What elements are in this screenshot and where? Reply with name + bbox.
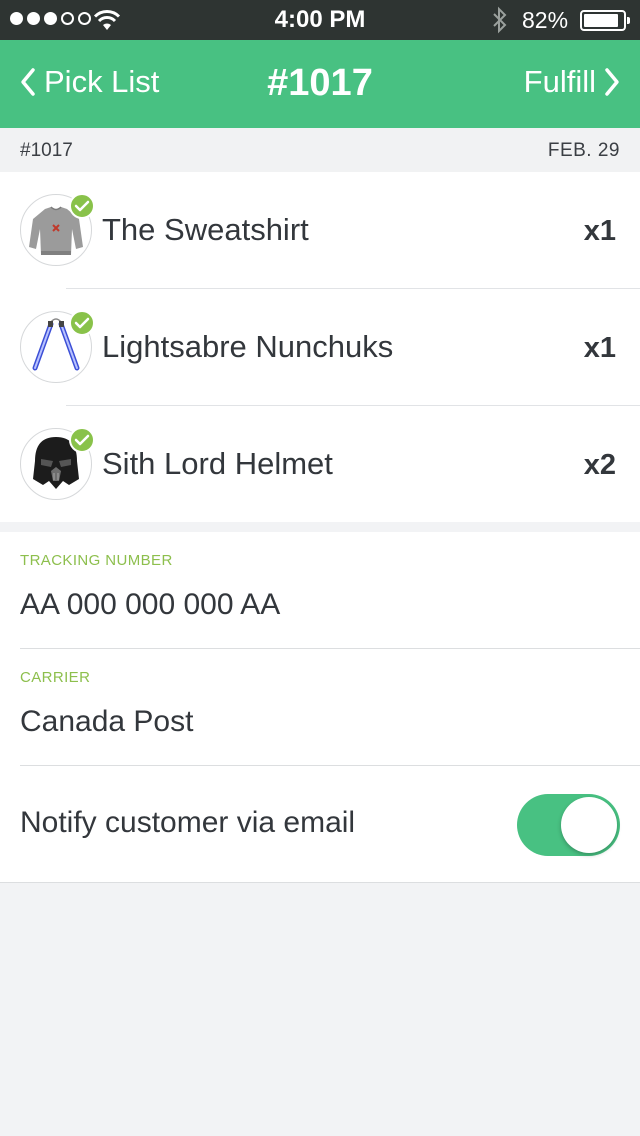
order-number: #1017 bbox=[20, 140, 73, 161]
item-thumbnail bbox=[20, 310, 95, 383]
item-name: Sith Lord Helmet bbox=[102, 446, 333, 481]
tracking-label: TRACKING NUMBER bbox=[20, 552, 173, 569]
carrier-field: CARRIER bbox=[0, 649, 640, 766]
item-name: Lightsabre Nunchuks bbox=[102, 329, 394, 364]
chevron-right-icon bbox=[605, 68, 619, 96]
item-quantity: x1 bbox=[583, 215, 616, 247]
picked-check-icon bbox=[69, 310, 95, 336]
fulfill-button[interactable]: Fulfill bbox=[524, 64, 620, 100]
order-header: #1017 FEB. 29 bbox=[0, 128, 640, 172]
picked-check-icon bbox=[69, 427, 95, 453]
tracking-number-input[interactable] bbox=[20, 588, 620, 622]
list-item[interactable]: Lightsabre Nunchuks x1 bbox=[0, 289, 640, 406]
item-quantity: x2 bbox=[583, 449, 616, 481]
status-bar: 4:00 PM 82% bbox=[0, 0, 640, 40]
shipping-form: TRACKING NUMBER CARRIER Notify customer … bbox=[0, 532, 640, 883]
list-item[interactable]: Sith Lord Helmet x2 bbox=[0, 406, 640, 523]
tracking-field: TRACKING NUMBER bbox=[0, 532, 640, 649]
notify-email-toggle[interactable] bbox=[517, 794, 620, 856]
notify-label: Notify customer via email bbox=[20, 806, 356, 839]
fulfill-button-label: Fulfill bbox=[523, 64, 596, 99]
bluetooth-icon bbox=[493, 6, 507, 34]
toggle-knob bbox=[561, 797, 617, 853]
notify-row: Notify customer via email bbox=[0, 766, 640, 883]
carrier-label: CARRIER bbox=[20, 669, 91, 686]
item-quantity: x1 bbox=[583, 332, 616, 364]
item-name: The Sweatshirt bbox=[102, 212, 309, 247]
carrier-input[interactable] bbox=[20, 705, 620, 739]
order-date: FEB. 29 bbox=[547, 140, 620, 161]
item-list: The Sweatshirt x1 Lightsabre Nunchuks x1 bbox=[0, 172, 640, 522]
battery-icon bbox=[580, 10, 630, 31]
list-item[interactable]: The Sweatshirt x1 bbox=[0, 172, 640, 289]
item-thumbnail bbox=[20, 193, 95, 266]
item-thumbnail bbox=[20, 427, 95, 500]
picked-check-icon bbox=[69, 193, 95, 219]
battery-percentage: 82% bbox=[522, 7, 569, 33]
nav-bar: Pick List #1017 Fulfill bbox=[0, 40, 640, 128]
